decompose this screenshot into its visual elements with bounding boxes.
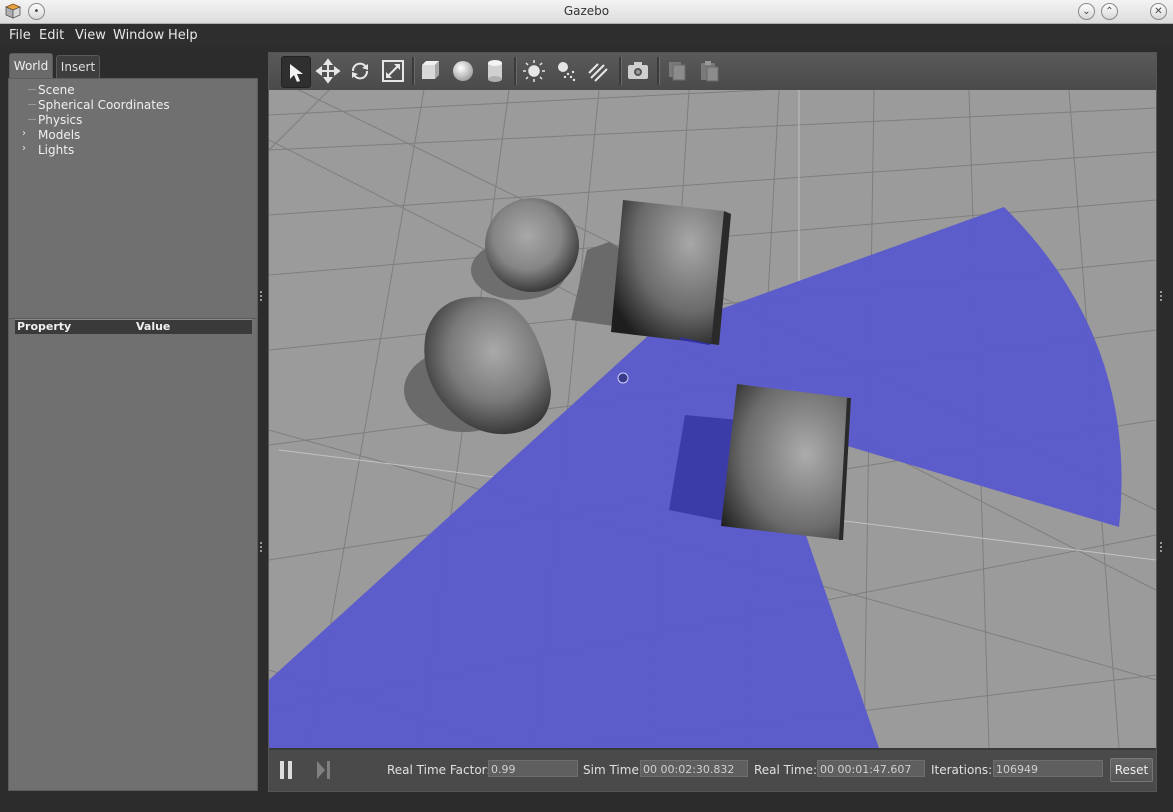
box-model-1[interactable] <box>611 200 731 345</box>
title-bar: • Gazebo ⌄ ⌃ ✕ <box>0 0 1173 24</box>
tree-item-spherical-coordinates[interactable]: Spherical Coordinates <box>38 98 170 112</box>
real-time-field: 00 00:01:47.607 <box>817 760 925 777</box>
insert-point-light-button[interactable] <box>520 56 548 86</box>
spot-light-icon <box>558 62 576 82</box>
expand-arrow-icon[interactable]: › <box>22 128 26 139</box>
sphere-model[interactable] <box>485 198 579 292</box>
tab-world[interactable]: World <box>9 53 53 78</box>
cylinder-icon <box>488 60 502 82</box>
copy-icon <box>669 62 686 81</box>
close-button[interactable]: ✕ <box>1150 3 1167 20</box>
paste-button[interactable] <box>695 56 723 86</box>
select-arrow-icon <box>290 64 303 82</box>
copy-button[interactable] <box>663 56 691 86</box>
real-time-factor-label: Real Time Factor: <box>387 763 491 777</box>
pause-icon[interactable] <box>279 761 293 779</box>
render-viewport: Real Time Factor: 0.99 Sim Time: 00 00:0… <box>268 52 1157 792</box>
splitter-grip-icon[interactable] <box>259 290 263 302</box>
window-title: Gazebo <box>563 4 610 18</box>
panel-splitter-handle[interactable]: … <box>131 313 140 323</box>
minimize-button[interactable]: ⌄ <box>1078 3 1095 20</box>
step-forward-icon[interactable] <box>317 761 331 779</box>
scale-icon <box>382 60 404 82</box>
tab-insert[interactable]: Insert <box>56 55 100 78</box>
column-header-property: Property <box>17 320 72 333</box>
rotate-mode-button[interactable] <box>346 56 374 86</box>
iterations-label: Iterations: <box>931 763 993 777</box>
sphere-icon <box>453 61 473 81</box>
world-tree: Scene Spherical Coordinates Physics › Mo… <box>8 78 258 320</box>
property-table: Property Value <box>8 318 258 791</box>
real-time-factor-field: 0.99 <box>488 760 578 777</box>
scale-mode-button[interactable] <box>379 56 407 86</box>
insert-sphere-button[interactable] <box>449 56 477 86</box>
rotate-icon <box>352 62 368 80</box>
tree-item-scene[interactable]: Scene <box>38 83 75 97</box>
simulation-status-bar: Real Time Factor: 0.99 Sim Time: 00 00:0… <box>269 750 1156 791</box>
box-icon <box>422 61 439 79</box>
camera-icon <box>628 62 648 79</box>
paste-icon <box>701 61 719 82</box>
maximize-button[interactable]: ⌃ <box>1101 3 1118 20</box>
sim-time-label: Sim Time: <box>583 763 643 777</box>
menu-view[interactable]: View <box>75 28 106 43</box>
menu-edit[interactable]: Edit <box>39 28 64 43</box>
expand-arrow-icon[interactable]: › <box>22 143 26 154</box>
translate-mode-button[interactable] <box>314 56 342 86</box>
insert-box-button[interactable] <box>417 56 445 86</box>
menu-file[interactable]: File <box>9 28 31 43</box>
insert-spot-light-button[interactable] <box>552 56 580 86</box>
insert-directional-light-button[interactable] <box>584 56 612 86</box>
translate-icon <box>315 58 341 84</box>
splitter-grip-icon[interactable] <box>1159 290 1163 302</box>
scene-toolbar <box>269 53 1156 90</box>
screenshot-button[interactable] <box>624 56 652 86</box>
3d-scene-canvas[interactable] <box>269 90 1156 748</box>
menu-bar: File Edit View Window Help <box>0 24 1173 46</box>
iterations-field: 106949 <box>993 760 1103 777</box>
property-header: Property Value <box>15 319 252 334</box>
splitter-grip-icon[interactable] <box>1159 541 1163 553</box>
tree-item-lights[interactable]: Lights <box>38 143 74 157</box>
tree-item-models[interactable]: Models <box>38 128 80 142</box>
point-light-icon <box>523 60 545 82</box>
insert-cylinder-button[interactable] <box>481 56 509 86</box>
select-mode-button[interactable] <box>281 56 311 88</box>
sim-time-field: 00 00:02:30.832 <box>640 760 748 777</box>
column-header-value: Value <box>136 320 171 333</box>
left-panel: World Insert Scene Spherical Coordinates… <box>6 51 258 791</box>
reset-time-button[interactable]: Reset <box>1110 758 1153 782</box>
tree-item-physics[interactable]: Physics <box>38 113 82 127</box>
box-model-2[interactable] <box>721 384 851 540</box>
laser-sensor-model[interactable] <box>617 372 629 384</box>
splitter-grip-icon[interactable] <box>259 541 263 553</box>
menu-help[interactable]: Help <box>168 28 198 43</box>
real-time-label: Real Time: <box>754 763 818 777</box>
menu-window[interactable]: Window <box>113 28 164 43</box>
directional-light-icon <box>588 63 608 82</box>
